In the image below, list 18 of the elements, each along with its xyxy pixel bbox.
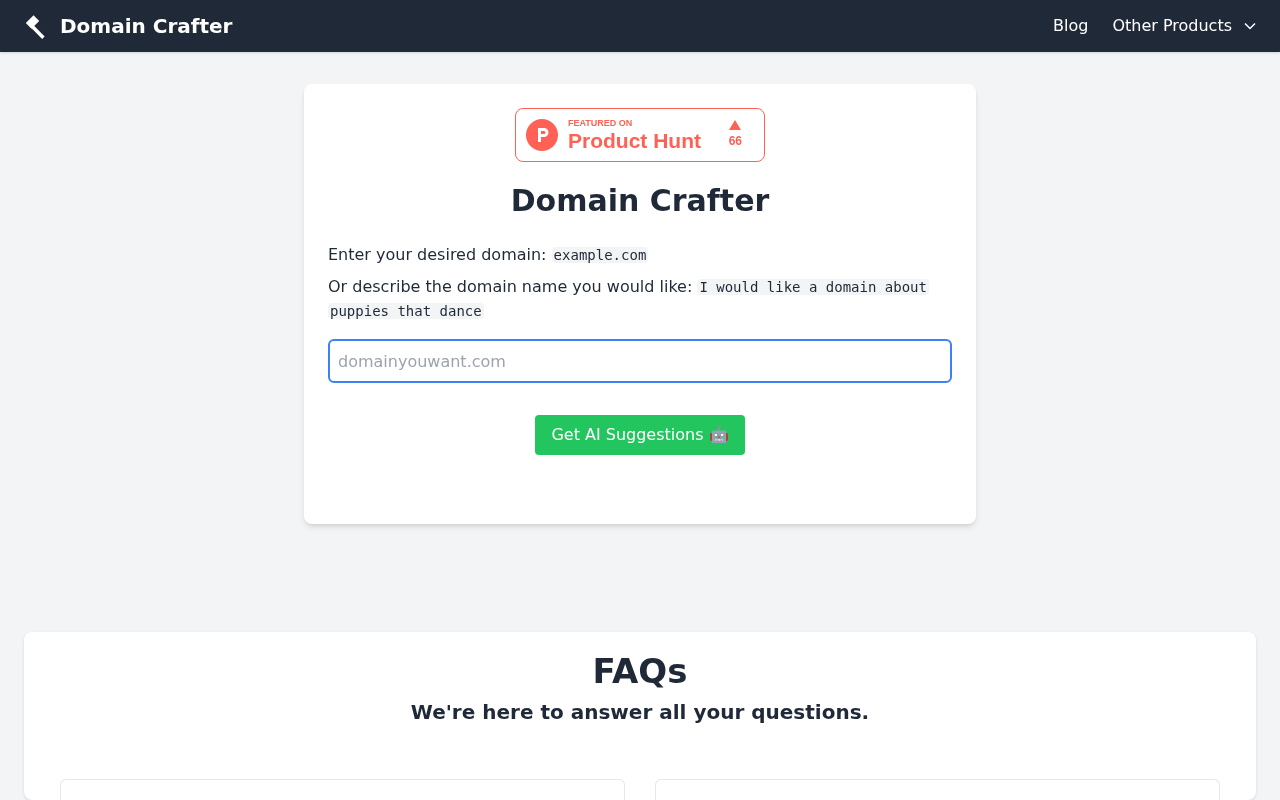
example-code: puppies that dance xyxy=(328,303,484,319)
faq-title: FAQs xyxy=(592,650,688,693)
instruction-text: Enter your desired domain: xyxy=(328,245,548,264)
product-hunt-name: Product Hunt xyxy=(568,130,701,151)
faq-subtitle: We're here to answer all your questions. xyxy=(410,698,870,726)
brand-link[interactable]: Domain Crafter xyxy=(24,11,233,41)
products-menu[interactable]: Other Products xyxy=(1112,14,1256,38)
vote-count: 66 xyxy=(728,133,742,150)
nav-link[interactable]: Blog xyxy=(1053,14,1089,38)
domain-input[interactable]: domainyouwant.com xyxy=(328,339,952,383)
chevron-down-icon xyxy=(1244,22,1256,30)
example-code: I would like a domain about xyxy=(697,279,929,295)
featured-label: FEATURED ON xyxy=(568,119,634,128)
product-hunt-logo-icon xyxy=(526,119,558,151)
example-code: example.com xyxy=(551,247,649,263)
instruction-text: Or describe the domain name you would like: xyxy=(328,277,694,296)
card-title: Domain Crafter xyxy=(509,182,771,220)
upvote-icon xyxy=(729,120,742,130)
